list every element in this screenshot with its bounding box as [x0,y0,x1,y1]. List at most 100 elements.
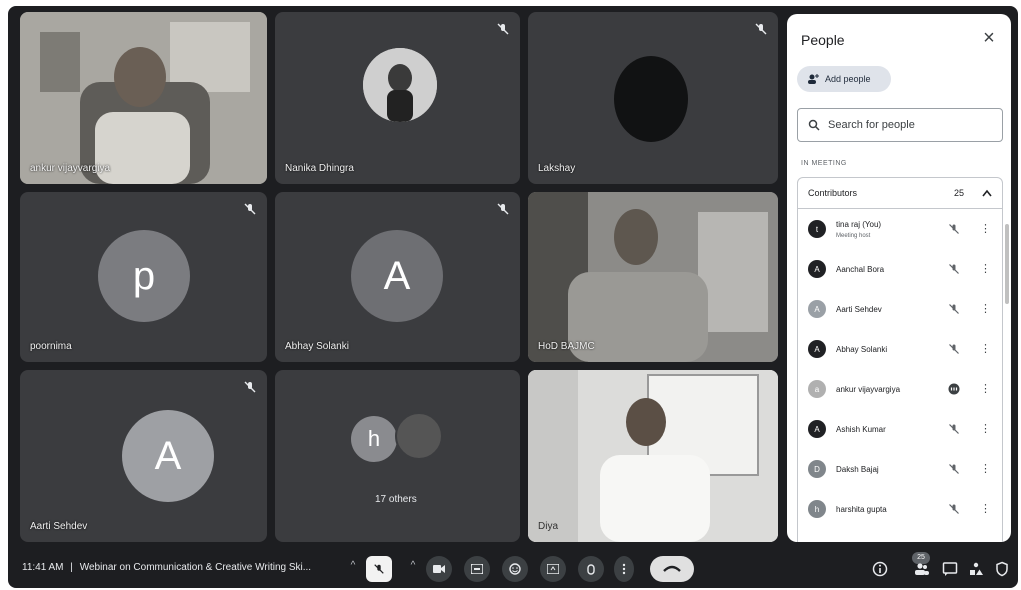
close-icon[interactable]: × [979,28,999,48]
participant-video [528,192,778,362]
participant-name: Aarti Sehdev [30,521,88,532]
mic-off-icon[interactable] [948,463,960,475]
avatar: A [808,340,826,358]
participant-name: Aanchal Bora [836,264,885,274]
end-call-icon [663,565,681,572]
more-options-icon[interactable]: ⋮ [980,342,991,356]
participant-name: Daksh Bajaj [836,464,879,474]
info-icon[interactable] [872,561,888,577]
camera-button[interactable] [426,556,452,582]
control-bar: 11:41 AM | Webinar on Communication & Cr… [8,550,1018,588]
video-tile[interactable]: A Aarti Sehdev [20,370,267,542]
people-icon[interactable] [914,561,930,577]
add-people-button[interactable]: Add people [797,66,891,92]
mic-off-icon [755,23,767,35]
panel-title: People [801,32,845,48]
mic-off-icon [374,564,384,574]
meeting-title: Webinar on Communication & Creative Writ… [79,562,312,573]
meeting-details: 11:41 AM | Webinar on Communication & Cr… [22,562,311,573]
participant-name: tina raj (You) [836,220,882,229]
avatar: a [808,380,826,398]
contributors-header[interactable]: Contributors 25 [797,177,1003,209]
add-people-label: Add people [825,74,871,84]
participant-name: Nanika Dhingra [285,163,354,174]
captions-button[interactable] [464,556,490,582]
mic-off-icon [497,203,509,215]
activities-icon[interactable] [968,561,984,577]
video-tile[interactable]: h 17 others [275,370,520,542]
speaking-indicator-icon[interactable] [948,383,960,395]
participant-row[interactable]: a ankur vijayvargiya ⋮ [798,369,1002,409]
mic-off-icon[interactable] [948,263,960,275]
more-options-icon[interactable]: ⋮ [980,382,991,396]
participant-video [528,370,778,542]
participant-row[interactable]: A Abhay Solanki ⋮ [798,329,1002,369]
mic-off-icon[interactable] [948,343,960,355]
add-person-icon [808,74,819,84]
participant-row[interactable]: A Ashish Kumar ⋮ [798,409,1002,449]
in-meeting-label: IN MEETING [801,160,847,167]
avatar: D [808,460,826,478]
present-icon [547,564,559,574]
avatar [363,48,437,122]
mic-off-icon[interactable] [948,223,960,235]
participant-role: Meeting host [836,233,871,239]
camera-icon [433,565,445,573]
avatar [395,412,443,460]
raise-hand-button[interactable] [578,556,604,582]
more-options-icon[interactable]: ⋮ [980,462,991,476]
avatar: A [351,230,443,322]
section-label: Contributors [808,188,858,198]
participant-count: 25 [953,188,964,198]
search-icon [808,119,820,131]
captions-icon [471,564,483,574]
present-button[interactable] [540,556,566,582]
participant-name: ankur vijayvargiya [30,163,111,174]
more-options-icon [622,563,626,575]
search-placeholder: Search for people [828,119,915,131]
video-tile[interactable]: A Abhay Solanki [275,192,520,362]
emoji-button[interactable] [502,556,528,582]
video-tile[interactable]: Nanika Dhingra [275,12,520,184]
chevron-up-icon[interactable]: ^ [408,560,418,574]
more-options-icon[interactable]: ⋮ [980,262,991,276]
avatar [614,56,688,142]
video-tile[interactable]: HoD BAJMC [528,192,778,362]
clock-time: 11:41 AM [22,562,64,573]
participant-name: Abhay Solanki [285,341,349,352]
search-input[interactable]: Search for people [797,108,1003,142]
separator: | [70,562,73,573]
participant-name: ankur vijayvargiya [836,384,901,394]
participant-name: HoD BAJMC [538,341,595,352]
mic-off-icon[interactable] [948,503,960,515]
more-options-icon[interactable]: ⋮ [980,422,991,436]
avatar: A [808,420,826,438]
participant-name: Lakshay [538,163,576,174]
mic-button[interactable] [366,556,392,582]
more-options-button[interactable] [614,556,634,582]
host-controls-icon[interactable] [994,561,1010,577]
participant-row[interactable]: A Aarti Sehdev ⋮ [798,289,1002,329]
more-options-icon[interactable]: ⋮ [980,222,991,236]
video-tile[interactable]: Lakshay [528,12,778,184]
avatar: h [808,500,826,518]
people-panel: People × Add people Search for people IN… [787,14,1011,542]
participant-row[interactable]: h harshita gupta ⋮ [798,489,1002,529]
chat-icon[interactable] [942,561,958,577]
video-tile[interactable]: ankur vijayvargiya [20,12,267,184]
mic-off-icon[interactable] [948,423,960,435]
meet-window: ankur vijayvargiya Nanika Dhingra Laksha… [8,6,1018,588]
more-options-icon[interactable]: ⋮ [980,502,991,516]
avatar: A [808,300,826,318]
more-options-icon[interactable]: ⋮ [980,302,991,316]
video-tile[interactable]: Diya [528,370,778,542]
chevron-up-icon[interactable]: ^ [348,560,358,574]
video-tile[interactable]: p poornima [20,192,267,362]
scrollbar[interactable] [1005,224,1009,304]
mic-off-icon[interactable] [948,303,960,315]
participant-row[interactable]: D Daksh Bajaj ⋮ [798,449,1002,489]
participant-name: Aarti Sehdev [836,304,882,314]
participant-row[interactable]: t tina raj (You) Meeting host ⋮ [798,209,1002,249]
participant-row[interactable]: A Aanchal Bora ⋮ [798,249,1002,289]
end-call-button[interactable] [650,556,694,582]
